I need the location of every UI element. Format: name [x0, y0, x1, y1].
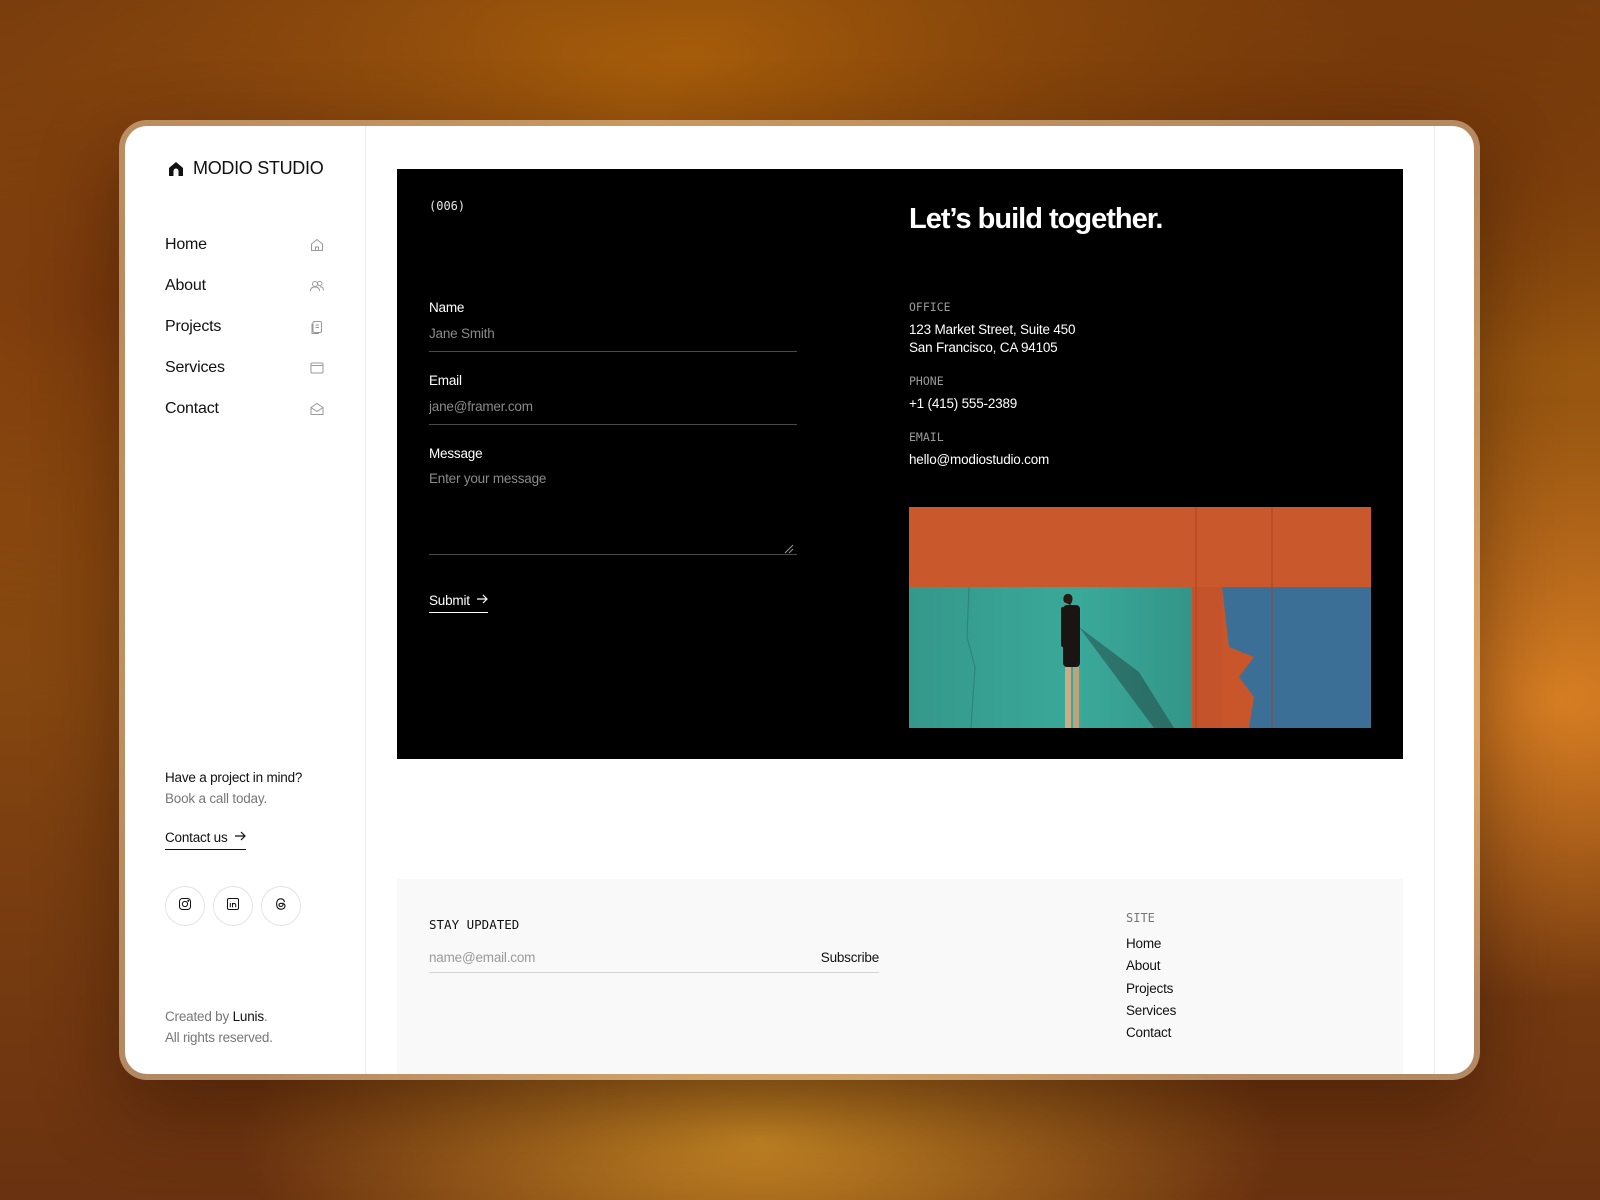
- nav-item-contact[interactable]: Contact: [165, 388, 325, 429]
- arrow-right-icon: [234, 830, 246, 845]
- office-address-line1: 123 Market Street, Suite 450: [909, 322, 1076, 337]
- contact-us-label: Contact us: [165, 830, 228, 845]
- email-address[interactable]: hello@modiostudio.com: [909, 451, 1209, 469]
- app-window: MODIO STUDIO Home About Projects Service…: [125, 126, 1474, 1074]
- section-title: Let’s build together.: [909, 203, 1163, 235]
- threads-icon: [274, 897, 288, 916]
- phone-label: PHONE: [909, 374, 944, 388]
- nav-label: Services: [165, 358, 225, 376]
- credits: Created by Lunis. All rights reserved.: [165, 1006, 273, 1048]
- contact-form: Name Email Message: [429, 299, 797, 575]
- name-label: Name: [429, 300, 465, 315]
- promo: Have a project in mind? Book a call toda…: [165, 770, 302, 806]
- subscribe-email-input[interactable]: [429, 950, 789, 965]
- email-info-label: EMAIL: [909, 430, 944, 444]
- arrow-right-icon: [476, 593, 488, 608]
- mail-open-icon: [309, 401, 325, 417]
- house-arch-icon: [167, 160, 185, 178]
- name-field: Name: [429, 299, 797, 352]
- contact-us-link[interactable]: Contact us: [165, 830, 246, 850]
- credits-period: .: [263, 1009, 268, 1024]
- phone-info: PHONE +1 (415) 555-2389: [909, 374, 1209, 413]
- stay-updated-label: STAY UPDATED: [429, 917, 520, 932]
- nav-item-projects[interactable]: Projects: [165, 306, 325, 347]
- message-field: Message: [429, 445, 797, 555]
- phone-number[interactable]: +1 (415) 555-2389: [909, 395, 1209, 413]
- nav-label: About: [165, 276, 206, 294]
- sidebar: MODIO STUDIO Home About Projects Service…: [125, 126, 366, 1074]
- footer: STAY UPDATED Subscribe SITE Home About P…: [397, 879, 1403, 1074]
- email-label: Email: [429, 373, 462, 388]
- office-label: OFFICE: [909, 300, 951, 314]
- nav-label: Contact: [165, 399, 219, 417]
- credits-prefix: Created by: [165, 1009, 230, 1024]
- rights-text: All rights reserved.: [165, 1030, 273, 1045]
- threads-button[interactable]: [261, 886, 301, 926]
- studio-photo: [909, 507, 1371, 728]
- footer-link-home[interactable]: Home: [1126, 933, 1176, 955]
- browser-window-icon: [309, 360, 325, 376]
- home-icon: [309, 237, 325, 253]
- email-input[interactable]: [429, 390, 797, 425]
- promo-subtitle: Book a call today.: [165, 791, 267, 806]
- brand[interactable]: MODIO STUDIO: [167, 158, 324, 179]
- footer-link-projects[interactable]: Projects: [1126, 978, 1176, 1000]
- office-address-line2: San Francisco, CA 94105: [909, 340, 1058, 355]
- subscribe-form: Subscribe: [429, 943, 879, 973]
- footer-link-services[interactable]: Services: [1126, 1000, 1176, 1022]
- users-icon: [309, 278, 325, 294]
- subscribe-button[interactable]: Subscribe: [821, 950, 879, 965]
- contact-section: (006) Name Email Message: [397, 169, 1403, 759]
- site-label: SITE: [1126, 911, 1155, 925]
- message-wrap: [429, 463, 797, 555]
- author-link[interactable]: Lunis: [233, 1009, 264, 1024]
- name-input[interactable]: [429, 317, 797, 352]
- nav-label: Home: [165, 235, 207, 253]
- nav-label: Projects: [165, 317, 222, 335]
- message-textarea[interactable]: [429, 463, 797, 555]
- email-field: Email: [429, 372, 797, 425]
- footer-link-contact[interactable]: Contact: [1126, 1022, 1176, 1044]
- files-icon: [309, 319, 325, 335]
- nav-item-about[interactable]: About: [165, 265, 325, 306]
- credits-line: Created by Lunis.: [165, 1006, 273, 1027]
- message-label: Message: [429, 446, 483, 461]
- linkedin-button[interactable]: [213, 886, 253, 926]
- office-info: OFFICE 123 Market Street, Suite 450 San …: [909, 300, 1209, 357]
- site-links: SITE Home About Projects Services Contac…: [1126, 911, 1176, 1044]
- footer-link-about[interactable]: About: [1126, 955, 1176, 977]
- main-nav: Home About Projects Services Contact: [165, 224, 325, 429]
- instagram-button[interactable]: [165, 886, 205, 926]
- submit-button[interactable]: Submit: [429, 593, 488, 613]
- instagram-icon: [178, 897, 192, 916]
- nav-item-home[interactable]: Home: [165, 224, 325, 265]
- brand-name: MODIO STUDIO: [193, 158, 324, 178]
- social-links: [165, 886, 301, 926]
- email-info: EMAIL hello@modiostudio.com: [909, 430, 1209, 469]
- section-number: (006): [429, 199, 466, 213]
- promo-title: Have a project in mind?: [165, 770, 303, 785]
- scrollbar-track[interactable]: [1434, 126, 1435, 1074]
- submit-label: Submit: [429, 593, 470, 608]
- nav-item-services[interactable]: Services: [165, 347, 325, 388]
- linkedin-icon: [226, 897, 240, 916]
- resize-handle-icon[interactable]: [784, 541, 794, 554]
